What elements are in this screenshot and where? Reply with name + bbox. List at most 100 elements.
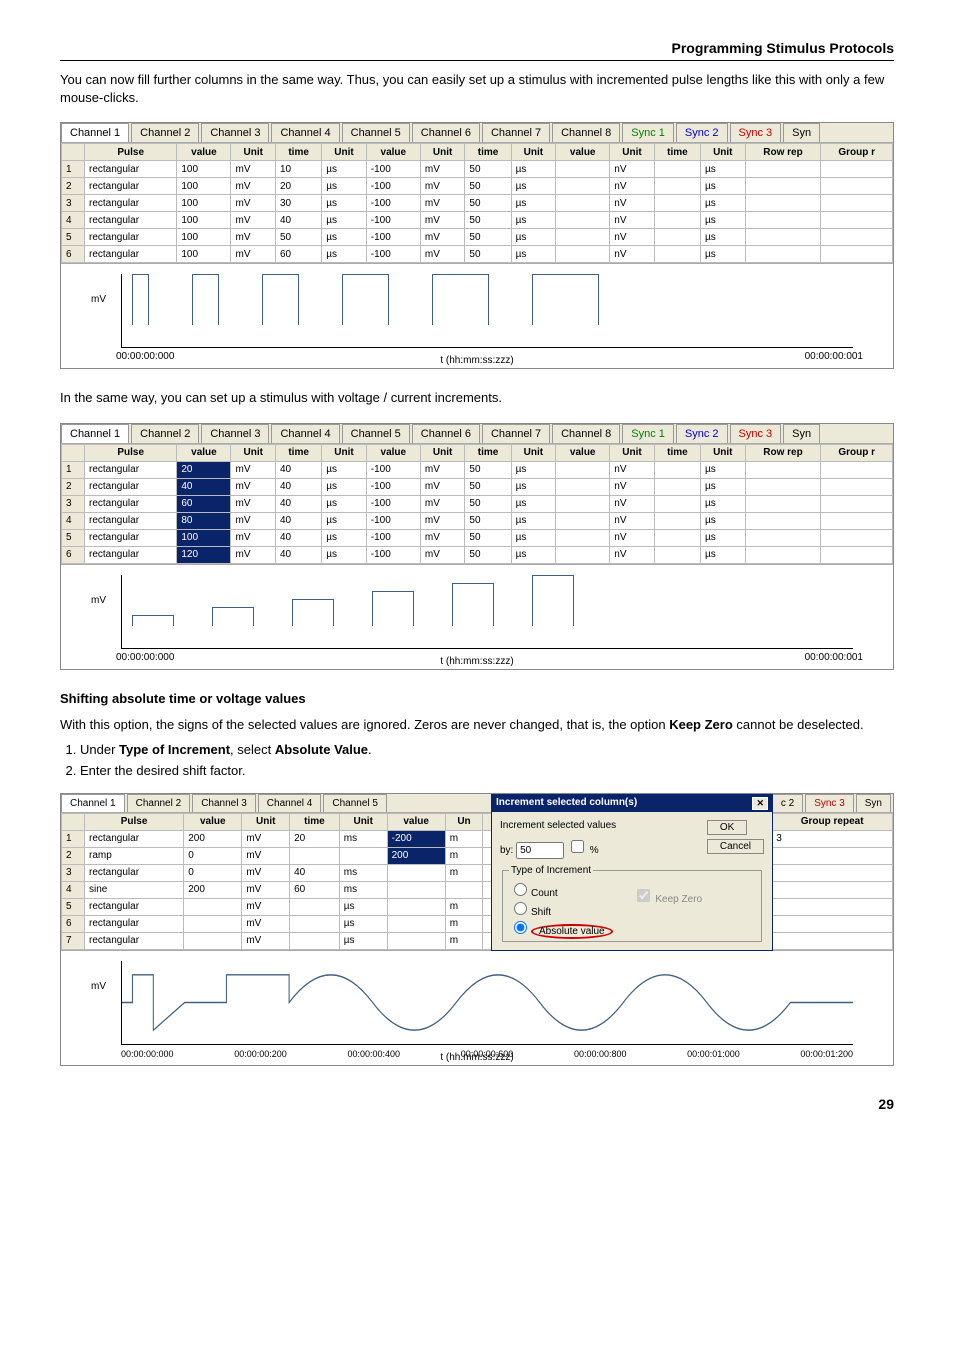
row-header[interactable]: 5 [62, 898, 85, 915]
tab-syn[interactable]: Syn [783, 424, 820, 443]
cell[interactable]: 10 [276, 161, 322, 178]
cell[interactable]: µs [701, 512, 746, 529]
col-header[interactable]: Unit [322, 144, 367, 161]
row-header[interactable]: 2 [62, 178, 85, 195]
cell[interactable] [654, 512, 700, 529]
cell[interactable]: mV [420, 495, 465, 512]
cell[interactable]: mV [231, 478, 276, 495]
cell[interactable]: rectangular [85, 830, 184, 847]
cell[interactable]: -100 [366, 478, 420, 495]
cell[interactable]: -100 [366, 229, 420, 246]
tab-channel-2[interactable]: Channel 2 [131, 123, 199, 142]
cell[interactable]: ms [339, 830, 387, 847]
cell[interactable]: µs [322, 195, 367, 212]
cell[interactable]: mV [231, 546, 276, 563]
cell[interactable]: µs [511, 212, 556, 229]
tab-channel-6[interactable]: Channel 6 [412, 424, 480, 443]
cell[interactable]: 50 [465, 478, 511, 495]
percent-checkbox[interactable] [571, 840, 584, 853]
cell[interactable]: rectangular [85, 495, 177, 512]
col-header[interactable]: value [366, 444, 420, 461]
cell[interactable] [821, 529, 893, 546]
cell[interactable] [772, 915, 893, 932]
cell[interactable]: mV [242, 847, 290, 864]
cell[interactable]: µs [511, 178, 556, 195]
tab-channel-4[interactable]: Channel 4 [271, 123, 339, 142]
cell[interactable]: -100 [366, 546, 420, 563]
cell[interactable]: µs [511, 461, 556, 478]
tab-sync-2[interactable]: Sync 2 [676, 123, 728, 142]
cell[interactable]: µs [701, 178, 746, 195]
cell[interactable]: 20 [276, 178, 322, 195]
cell[interactable] [654, 495, 700, 512]
tab-channel-2[interactable]: Channel 2 [131, 424, 199, 443]
cell[interactable] [556, 478, 610, 495]
cell[interactable]: rectangular [85, 246, 177, 263]
cell[interactable]: µs [339, 915, 387, 932]
cell[interactable] [745, 195, 821, 212]
cell[interactable] [654, 178, 700, 195]
cell[interactable] [387, 864, 445, 881]
col-header[interactable]: value [177, 444, 231, 461]
col-header[interactable] [62, 813, 85, 830]
row-header[interactable]: 3 [62, 495, 85, 512]
cell[interactable]: m [445, 864, 483, 881]
cell[interactable]: -100 [366, 178, 420, 195]
row-header[interactable]: 5 [62, 229, 85, 246]
cell[interactable] [290, 915, 340, 932]
cell[interactable]: µs [701, 529, 746, 546]
cell[interactable]: mV [420, 178, 465, 195]
cell[interactable]: µs [701, 495, 746, 512]
cell[interactable]: rectangular [85, 915, 184, 932]
cell[interactable]: 100 [177, 161, 231, 178]
cell[interactable] [556, 546, 610, 563]
cell[interactable]: -100 [366, 161, 420, 178]
cell[interactable] [387, 898, 445, 915]
cell[interactable]: µs [511, 512, 556, 529]
cell[interactable] [745, 461, 821, 478]
cell[interactable]: nV [610, 512, 655, 529]
col-header[interactable]: Unit [231, 444, 276, 461]
cell[interactable] [556, 461, 610, 478]
row-header[interactable]: 4 [62, 512, 85, 529]
cell[interactable]: mV [420, 461, 465, 478]
cell[interactable]: 40 [276, 529, 322, 546]
cell[interactable]: nV [610, 546, 655, 563]
row-header[interactable]: 4 [62, 212, 85, 229]
cell[interactable]: µs [322, 461, 367, 478]
tab-channel-5[interactable]: Channel 5 [342, 123, 410, 142]
col-header[interactable]: value [387, 813, 445, 830]
cell[interactable]: rectangular [85, 898, 184, 915]
cell[interactable]: mV [231, 512, 276, 529]
cell[interactable] [556, 512, 610, 529]
tab-channel-7[interactable]: Channel 7 [482, 424, 550, 443]
cell[interactable]: 40 [276, 461, 322, 478]
cell[interactable]: µs [701, 478, 746, 495]
cell[interactable]: rectangular [85, 212, 177, 229]
col-header[interactable]: time [276, 144, 322, 161]
cell[interactable]: mV [242, 898, 290, 915]
cell[interactable]: mV [231, 529, 276, 546]
col-header[interactable]: value [366, 144, 420, 161]
col-header[interactable]: time [290, 813, 340, 830]
cell[interactable]: µs [511, 246, 556, 263]
cell[interactable] [821, 212, 893, 229]
col-header[interactable]: Unit [339, 813, 387, 830]
cell[interactable]: 200 [387, 847, 445, 864]
cell[interactable]: µs [322, 212, 367, 229]
cell[interactable]: 50 [465, 529, 511, 546]
col-header[interactable] [62, 444, 85, 461]
cell[interactable] [821, 512, 893, 529]
cell[interactable]: mV [231, 161, 276, 178]
cell[interactable]: mV [231, 461, 276, 478]
cancel-button[interactable]: Cancel [707, 839, 764, 854]
cell[interactable]: µs [701, 229, 746, 246]
cell[interactable]: mV [242, 864, 290, 881]
cell[interactable]: 100 [177, 195, 231, 212]
cell[interactable]: nV [610, 246, 655, 263]
tab-channel-3[interactable]: Channel 3 [201, 123, 269, 142]
col-header[interactable]: value [184, 813, 242, 830]
col-header[interactable]: Group repeat [772, 813, 893, 830]
cell[interactable]: 0 [184, 864, 242, 881]
cell[interactable]: 100 [177, 212, 231, 229]
